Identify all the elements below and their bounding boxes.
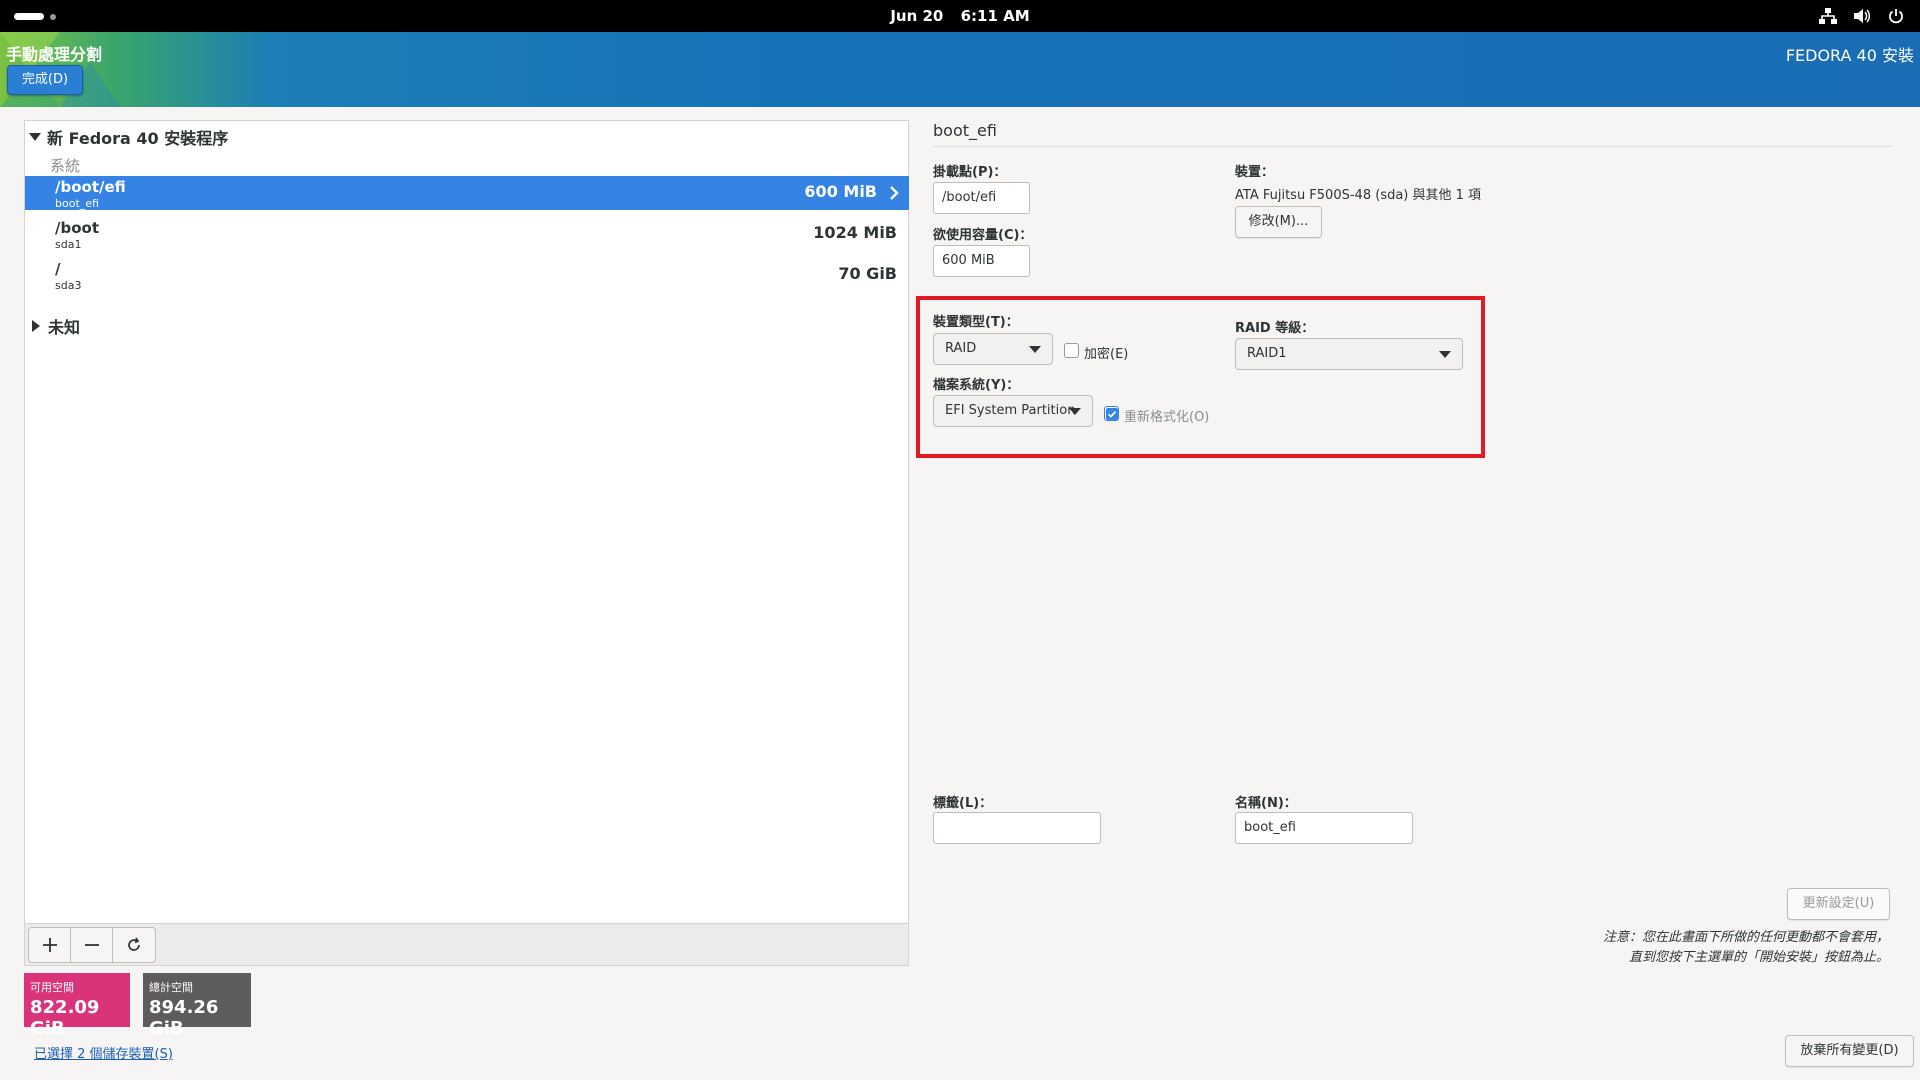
top-bar: Jun 20 6:11 AM: [0, 0, 1920, 32]
filesystem-label: 檔案系統(Y)：: [933, 378, 1020, 393]
tag-label: 標籤(L)：: [933, 796, 993, 811]
filesystem-value: EFI System Partition: [945, 403, 1076, 418]
encrypt-label[interactable]: 加密(E): [1084, 343, 1128, 362]
refresh-button[interactable]: [113, 928, 155, 962]
note-line-2: 直到您按下主選單的「開始安裝」按鈕為止。: [1628, 950, 1889, 965]
expand-down-icon: [29, 133, 41, 141]
partition-mount: /boot/efi: [55, 178, 126, 196]
partition-tree: 新 Fedora 40 安裝程序 系統 /boot/efi boot_efi 6…: [24, 120, 909, 966]
raid-level-label: RAID 等級：: [1235, 321, 1315, 336]
partition-size: 1024 MiB: [813, 223, 897, 242]
name-label: 名稱(N)：: [1235, 796, 1297, 811]
remove-partition-button[interactable]: [71, 928, 113, 962]
mount-point-input[interactable]: /boot/efi: [933, 182, 1030, 214]
volume-icon[interactable]: [1852, 6, 1872, 26]
product-title: FEDORA 40 安裝: [1785, 46, 1914, 65]
checkmark-icon: [1105, 407, 1118, 420]
new-install-title: 新 Fedora 40 安裝程序: [47, 129, 229, 148]
clock[interactable]: Jun 20 6:11 AM: [0, 7, 1920, 25]
capacity-input[interactable]: 600 MiB: [933, 245, 1030, 277]
detail-separator: [933, 146, 1893, 147]
clock-time: 6:11 AM: [960, 7, 1030, 25]
system-section-label: 系統: [50, 157, 81, 175]
available-space-box: 可用空間 822.09 GiB: [24, 973, 130, 1039]
partition-mount: /boot: [55, 219, 99, 237]
selected-devices-link[interactable]: 已選擇 2 個儲存裝置(S): [34, 1043, 173, 1062]
device-type-label: 裝置類型(T)：: [933, 315, 1019, 330]
page-title: 手動處理分割: [6, 45, 103, 64]
partition-device: sda3: [55, 279, 82, 292]
mount-point-label: 掛載點(P)：: [933, 165, 1007, 180]
changes-note: 注意：您在此畫面下所做的任何更動都不會套用， 直到您按下主選單的「開始安裝」按鈕…: [1603, 928, 1889, 968]
detail-title: boot_efi: [933, 121, 997, 140]
device-value: ATA Fujitsu F500S-48 (sda) 與其他 1 項: [1235, 188, 1482, 203]
header-banner: 手動處理分割 完成(D) FEDORA 40 安裝: [0, 32, 1920, 107]
clock-date: Jun 20: [890, 7, 944, 25]
toolbar-button-group: [28, 927, 156, 963]
expand-right-icon: [32, 320, 40, 332]
chevron-right-icon: [889, 185, 899, 205]
add-partition-button[interactable]: [29, 928, 71, 962]
tag-input[interactable]: [933, 812, 1101, 844]
network-icon[interactable]: [1818, 6, 1838, 26]
available-space-label: 可用空間: [30, 981, 74, 994]
reformat-checkbox[interactable]: [1104, 406, 1119, 421]
refresh-icon: [128, 937, 140, 951]
partition-size: 70 GiB: [838, 264, 897, 283]
dropdown-arrow-icon: [1029, 346, 1041, 353]
partition-row-boot-efi[interactable]: /boot/efi boot_efi 600 MiB: [25, 176, 909, 210]
partition-device: sda1: [55, 238, 82, 251]
unknown-title: 未知: [48, 318, 81, 337]
unknown-group[interactable]: 未知: [29, 314, 80, 338]
new-install-group[interactable]: 新 Fedora 40 安裝程序: [29, 125, 228, 149]
reformat-label[interactable]: 重新格式化(O): [1124, 406, 1209, 425]
capacity-label: 欲使用容量(C)：: [933, 228, 1033, 243]
available-space-value: 822.09 GiB: [30, 997, 100, 1039]
partition-row-root[interactable]: / sda3 70 GiB: [25, 258, 909, 292]
system-tray[interactable]: [1818, 6, 1906, 26]
dropdown-arrow-icon: [1439, 351, 1451, 358]
name-input[interactable]: boot_efi: [1235, 812, 1413, 844]
discard-changes-button[interactable]: 放棄所有變更(D): [1785, 1035, 1914, 1067]
partition-toolbar: [25, 923, 908, 965]
dropdown-arrow-icon: [1069, 408, 1081, 415]
filesystem-dropdown[interactable]: EFI System Partition: [933, 395, 1093, 427]
encrypt-checkbox[interactable]: [1064, 343, 1079, 358]
power-icon[interactable]: [1886, 6, 1906, 26]
plus-icon: [42, 938, 57, 952]
raid-level-dropdown[interactable]: RAID1: [1235, 338, 1463, 370]
device-label: 裝置：: [1235, 165, 1275, 180]
device-type-value: RAID: [945, 341, 977, 356]
partition-device: boot_efi: [55, 197, 99, 210]
partition-row-boot[interactable]: /boot sda1 1024 MiB: [25, 217, 909, 251]
total-space-label: 總計空間: [149, 981, 193, 994]
update-settings-button[interactable]: 更新設定(U): [1787, 888, 1890, 920]
modify-device-button[interactable]: 修改(M)...: [1235, 206, 1322, 238]
total-space-value: 894.26 GiB: [149, 997, 219, 1039]
partition-size: 600 MiB: [804, 182, 877, 201]
device-type-dropdown[interactable]: RAID: [933, 333, 1053, 365]
raid-level-value: RAID1: [1247, 346, 1287, 361]
total-space-box: 總計空間 894.26 GiB: [143, 973, 251, 1039]
done-button[interactable]: 完成(D): [7, 65, 83, 95]
minus-icon: [84, 944, 99, 946]
partition-mount: /: [55, 260, 61, 278]
note-line-1: 注意：您在此畫面下所做的任何更動都不會套用，: [1602, 930, 1889, 945]
